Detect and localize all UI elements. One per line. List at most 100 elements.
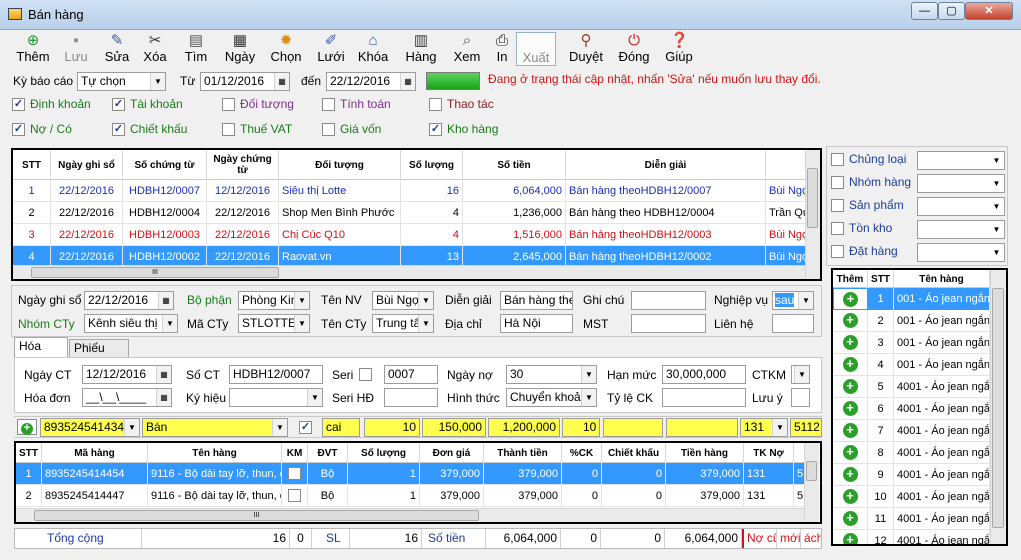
voucher-col-header[interactable]: Diễn giải	[566, 150, 766, 180]
detail-col-header[interactable]: %CK	[562, 443, 602, 463]
option-checkbox[interactable]: ✓	[112, 98, 125, 111]
unit-price-input[interactable]: 150,000	[422, 418, 486, 437]
toolbar-printer-button[interactable]: ⎙ In	[489, 32, 515, 66]
contact-input[interactable]	[772, 314, 814, 333]
promotion-cell[interactable]	[282, 463, 308, 485]
discount-rate-input[interactable]	[662, 388, 746, 407]
voucher-row[interactable]: 2 22/12/2016 HDBH12/0004 22/12/2016 Shop Men…	[13, 202, 806, 224]
debit-account-select[interactable]: 131 ▼	[740, 418, 788, 437]
product-row[interactable]: +7 4001 - Áo jean ngắn	[833, 420, 990, 442]
voucher-col-header[interactable]: Số tiền	[463, 150, 566, 180]
detail-col-header[interactable]: Tiền hàng	[666, 443, 744, 463]
amount-input[interactable]: 1,200,000	[488, 418, 560, 437]
company-code-select[interactable]: STLOTTE ▼	[238, 314, 310, 333]
detail-row[interactable]: 2 8935245414447 9116 - Bộ dài tay lỡ, thun…	[16, 485, 806, 507]
detail-row[interactable]: 1 8935245414454 9116 - Bộ dài tay lỡ, thun…	[16, 463, 806, 485]
toolbar-book-button[interactable]: ▥ Hàng	[401, 32, 441, 66]
detail-col-header[interactable]: Tên hàng	[148, 443, 282, 463]
toolbar-export-button[interactable]: Xuất	[516, 32, 556, 66]
add-product-button[interactable]: +	[833, 398, 868, 420]
voucher-row[interactable]: 3 22/12/2016 HDBH12/0003 22/12/2016 Chị Cúc …	[13, 224, 806, 246]
option-checkbox[interactable]: ✓	[12, 123, 25, 136]
product-row[interactable]: +2 001 - Áo jean ngắn	[833, 310, 990, 332]
debt-days-select[interactable]: 30 ▼	[506, 365, 597, 384]
credit-account-input[interactable]: 5112	[790, 418, 822, 437]
scroll-thumb[interactable]	[806, 461, 817, 481]
voucher-col-header[interactable]	[766, 150, 806, 180]
voucher-col-header[interactable]: STT	[13, 150, 51, 180]
add-item-button[interactable]: +	[17, 419, 37, 435]
scroll-thumb[interactable]: III	[34, 510, 479, 521]
payment-method-select[interactable]: Chuyển khoản ▼	[506, 388, 597, 407]
add-product-button[interactable]: +	[833, 508, 868, 530]
note-input[interactable]	[631, 291, 706, 310]
detail-col-header[interactable]: Số lượng	[348, 443, 420, 463]
symbol-select[interactable]: ▼	[229, 388, 323, 407]
product-row[interactable]: +12 4001 - Áo jean ngắn	[833, 530, 990, 544]
voucher-no-input[interactable]: HDBH12/0007	[229, 365, 323, 384]
toolbar-save-button[interactable]: ▪ Lưu	[58, 32, 94, 66]
filter-select[interactable]: ▼	[917, 220, 1005, 239]
employee-select[interactable]: Bùi Ngọc ▼	[372, 291, 434, 310]
filter-checkbox[interactable]	[831, 176, 844, 189]
detail-col-header[interactable]: Đơn giá	[420, 443, 484, 463]
horizontal-scrollbar[interactable]: III	[13, 265, 805, 279]
add-product-button[interactable]: +	[833, 376, 868, 398]
option-checkbox[interactable]	[322, 98, 335, 111]
voucher-row[interactable]: 1 22/12/2016 HDBH12/0007 12/12/2016 Siêu thị…	[13, 180, 806, 202]
scroll-thumb[interactable]	[807, 168, 818, 228]
filter-checkbox[interactable]	[831, 153, 844, 166]
add-product-button[interactable]: +	[833, 464, 868, 486]
toolbar-plus-button[interactable]: ⊕ Thêm	[14, 32, 52, 66]
product-row[interactable]: +11 4001 - Áo jean ngắn	[833, 508, 990, 530]
option-checkbox[interactable]	[222, 98, 235, 111]
promotion-checkbox[interactable]	[288, 467, 301, 480]
option-checkbox[interactable]	[322, 123, 335, 136]
serial-input[interactable]: 0007	[384, 365, 438, 384]
product-row[interactable]: +4 001 - Áo jean ngắn	[833, 354, 990, 376]
vertical-scrollbar[interactable]	[805, 150, 820, 279]
unit-input[interactable]: cai	[322, 418, 360, 437]
toolbar-preview-button[interactable]: ⌕ Xem	[450, 32, 484, 66]
option-checkbox[interactable]: ✓	[12, 98, 25, 111]
add-product-button[interactable]: +	[833, 332, 868, 354]
option-checkbox[interactable]	[429, 98, 442, 111]
minimize-button[interactable]: —	[911, 2, 938, 20]
period-select[interactable]: Tự chọn ▼	[77, 72, 166, 91]
add-product-button[interactable]: +	[833, 530, 868, 544]
detail-col-header[interactable]: ĐVT	[308, 443, 348, 463]
filter-select[interactable]: ▼	[917, 151, 1005, 170]
voucher-col-header[interactable]: Số lượng	[401, 150, 463, 180]
toolbar-power-button[interactable]: ⏻ Đóng	[615, 32, 653, 66]
to-date-picker[interactable]: 22/12/2016 ▦	[326, 72, 416, 91]
company-name-select[interactable]: Trung tâm ▼	[372, 314, 434, 333]
option-checkbox[interactable]	[222, 123, 235, 136]
toolbar-help-button[interactable]: ❓ Giúp	[661, 32, 697, 66]
toolbar-pencil-button[interactable]: ✎ Sửa	[100, 32, 134, 66]
barcode-select[interactable]: 8935245414348 ▼	[40, 418, 140, 437]
vertical-scrollbar[interactable]	[990, 270, 1006, 544]
toolbar-grid-pencil-button[interactable]: ✐ Lưới	[313, 32, 349, 66]
promotion-checkbox[interactable]	[288, 489, 301, 502]
tab-delivery[interactable]: Phiếu xuất	[69, 339, 129, 372]
horizontal-scrollbar[interactable]: III	[16, 508, 804, 522]
filter-select[interactable]: ▼	[917, 197, 1005, 216]
product-row[interactable]: +6 4001 - Áo jean ngắn	[833, 398, 990, 420]
product-row[interactable]: +3 001 - Áo jean ngắn	[833, 332, 990, 354]
option-checkbox[interactable]: ✓	[112, 123, 125, 136]
promotion-checkbox[interactable]: ✓	[299, 421, 312, 434]
filter-checkbox[interactable]	[831, 222, 844, 235]
filter-select[interactable]: ▼	[917, 243, 1005, 262]
add-product-button[interactable]: +	[833, 288, 868, 310]
add-product-button[interactable]: +	[833, 420, 868, 442]
detail-col-header[interactable]: Mã hàng	[42, 443, 148, 463]
quantity-input[interactable]: 10	[364, 418, 420, 437]
tab-invoice[interactable]: Hóa đơn	[14, 337, 68, 370]
voucher-col-header[interactable]: Đối tượng	[279, 150, 401, 180]
promotion-cell[interactable]	[282, 485, 308, 507]
toolbar-gear-button[interactable]: ✹ Chọn	[266, 32, 306, 66]
credit-limit-input[interactable]: 30,000,000	[662, 365, 746, 384]
invoice-date-picker[interactable]: __\__\____ ▦	[82, 388, 172, 407]
add-product-button[interactable]: +	[833, 442, 868, 464]
toolbar-lock-button[interactable]: ⌂ Khóa	[356, 32, 390, 66]
